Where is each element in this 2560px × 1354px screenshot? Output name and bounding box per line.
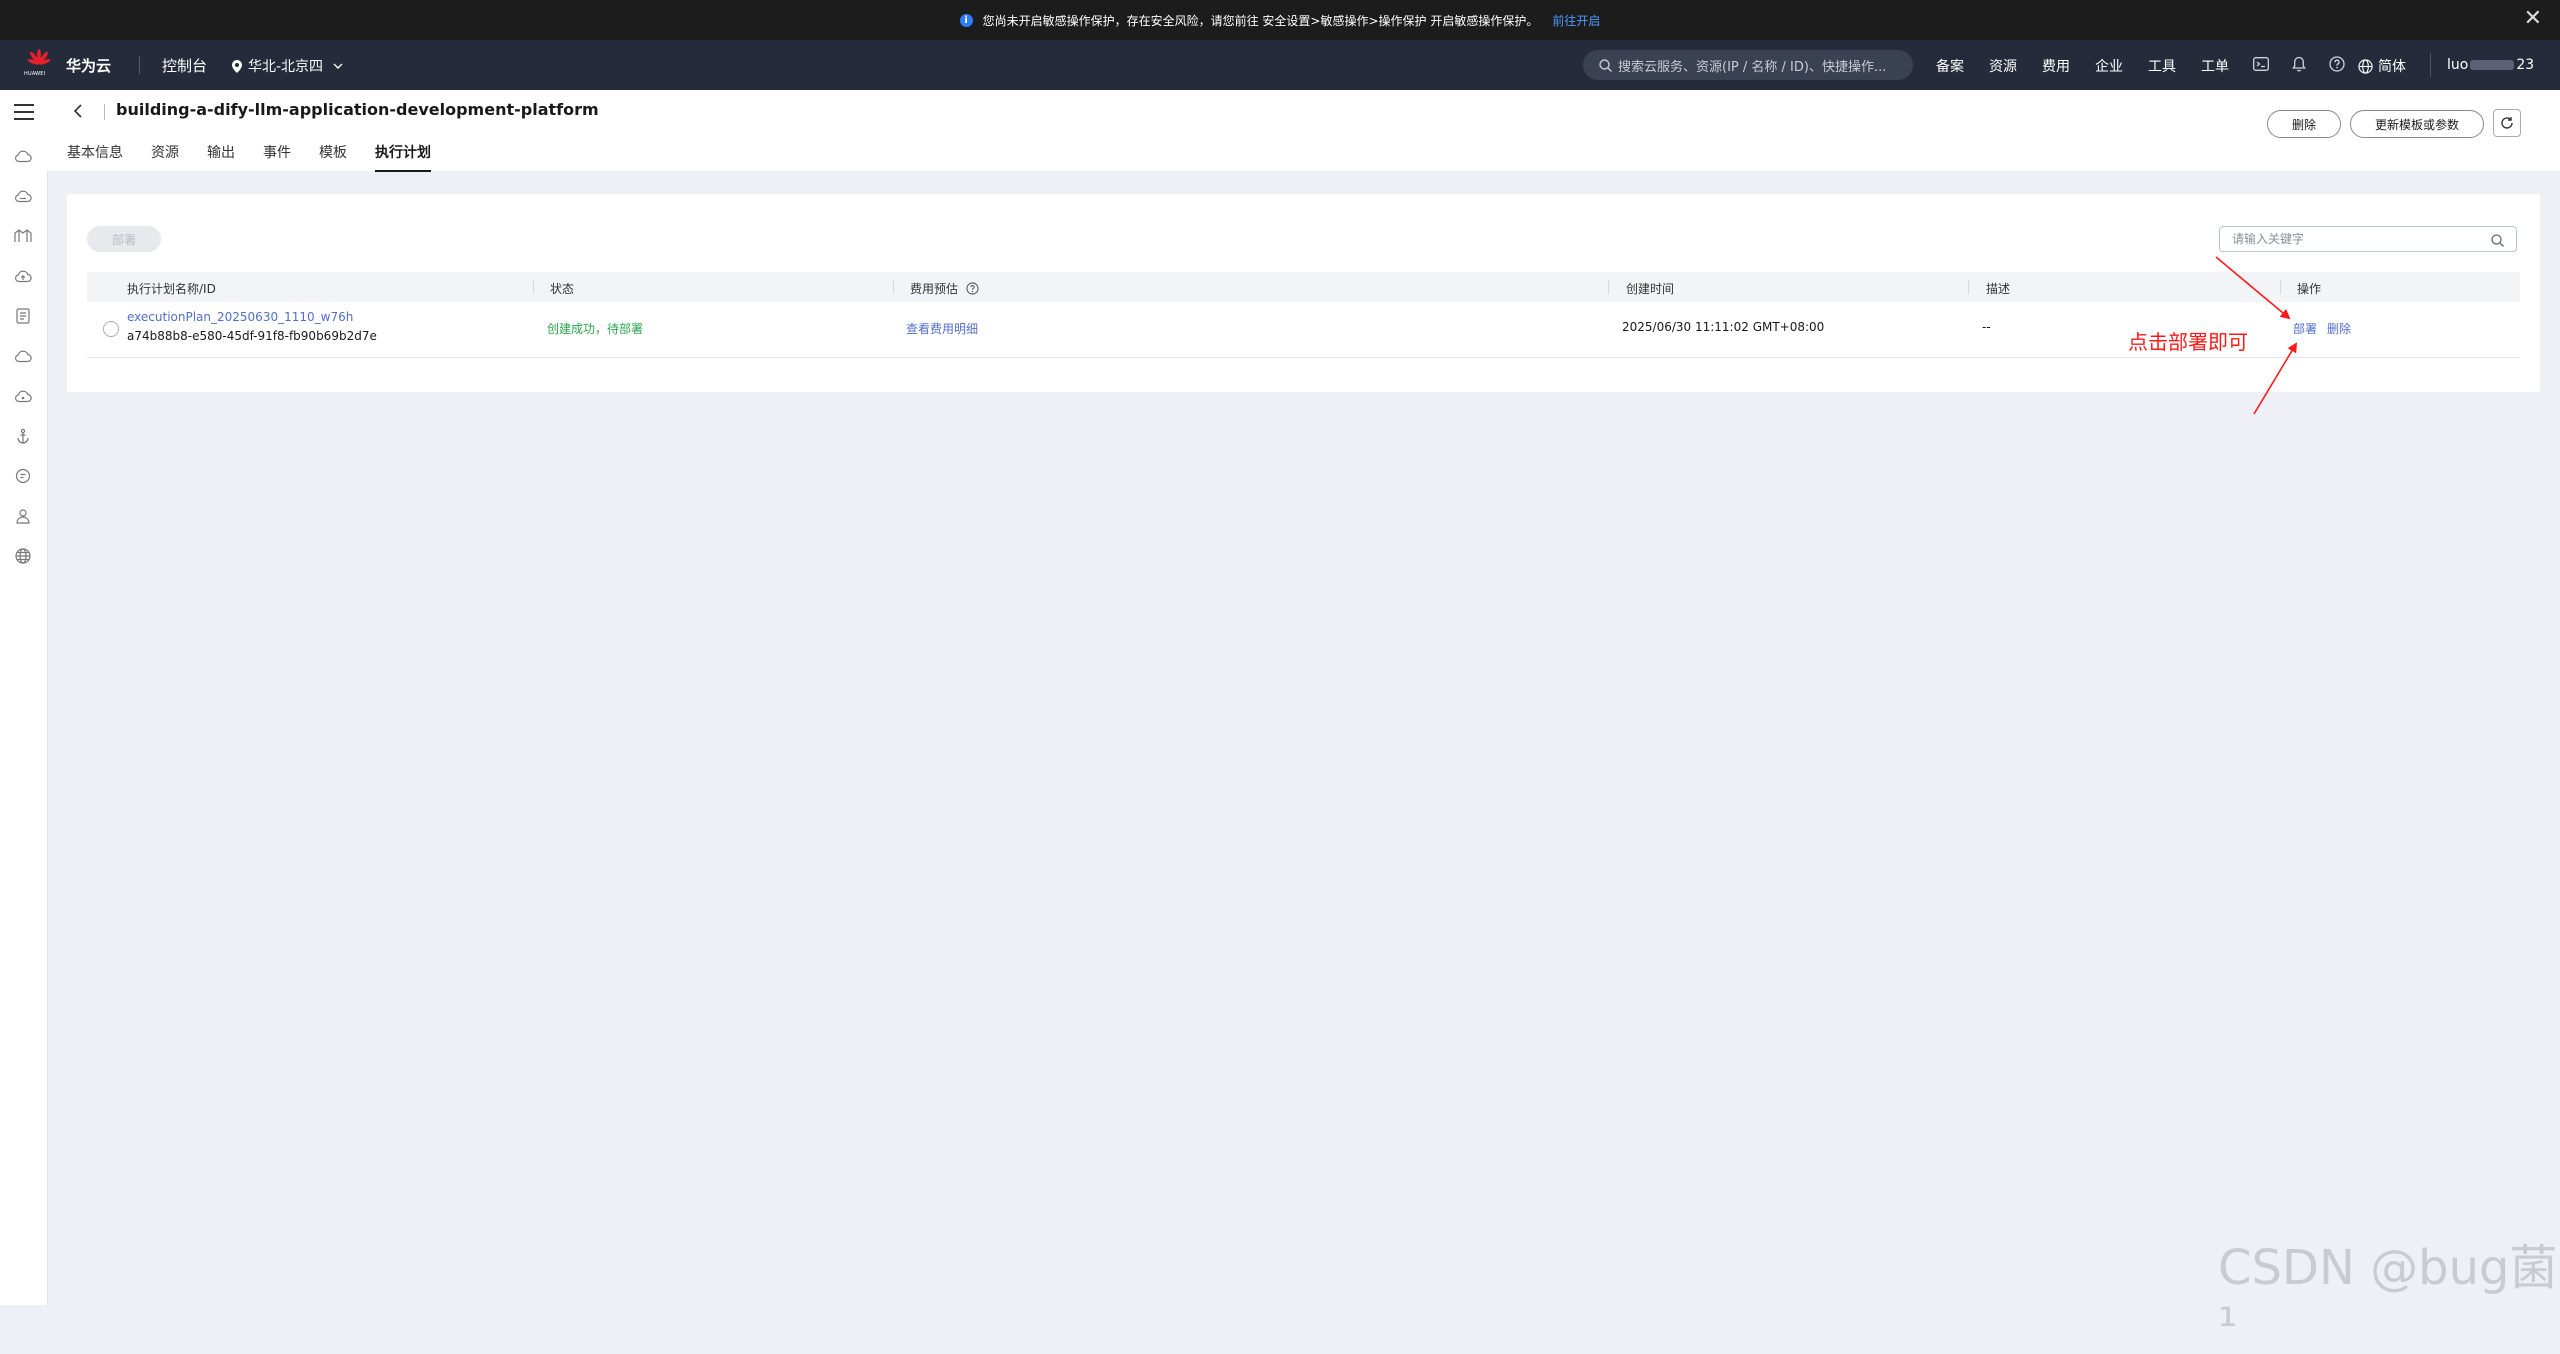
- col-header-desc: 描述: [1986, 282, 2011, 296]
- cloud-icon[interactable]: [13, 346, 33, 366]
- nav-link-billing[interactable]: 费用: [2042, 56, 2070, 76]
- bridge-icon[interactable]: [13, 226, 33, 246]
- tab-outputs[interactable]: 输出: [207, 142, 235, 172]
- redacted-mask: [2470, 60, 2515, 70]
- chevron-down-icon: [333, 61, 343, 72]
- description: --: [1982, 320, 1991, 334]
- help-icon[interactable]: [2326, 52, 2348, 76]
- column-divider: [1968, 280, 1969, 294]
- document-icon[interactable]: [13, 306, 33, 326]
- fee-detail-link[interactable]: 查看费用明细: [906, 320, 978, 337]
- globe-icon: [2358, 58, 2373, 74]
- nav-links: 备案 资源 费用 企业 工具 工单: [1936, 56, 2229, 76]
- search-icon: [1599, 58, 1612, 72]
- nav-icon-group: [2250, 52, 2348, 76]
- nav-divider: [139, 56, 140, 74]
- nav-link-tools[interactable]: 工具: [2148, 56, 2176, 76]
- created-time: 2025/06/30 11:11:02 GMT+08:00: [1622, 320, 1825, 334]
- tab-basic-info[interactable]: 基本信息: [67, 142, 123, 172]
- delete-stack-button[interactable]: 删除: [2267, 110, 2341, 138]
- cloud-service-icon[interactable]: [13, 146, 33, 166]
- chat-icon[interactable]: [13, 466, 33, 486]
- execution-plan-card: 部署 执行计划名称/ID 状态 费用预估 创建时间 描述 操作 executio…: [67, 194, 2540, 392]
- logo-wordmark: HUAWEI: [24, 71, 46, 77]
- nav-link-tickets[interactable]: 工单: [2201, 56, 2229, 76]
- column-divider: [1608, 280, 1609, 294]
- notice-enable-link[interactable]: 前往开启: [1552, 12, 1600, 29]
- stack-header: building-a-dify-llm-application-developm…: [47, 90, 2560, 172]
- page-title: building-a-dify-llm-application-developm…: [116, 100, 599, 119]
- global-search-input[interactable]: 搜索云服务、资源(IP / 名称 / ID)、快捷操作...: [1583, 50, 1913, 80]
- question-icon[interactable]: [966, 282, 979, 295]
- col-header-fee: 费用预估: [910, 280, 979, 297]
- user-name-prefix: luo: [2447, 57, 2469, 73]
- left-sidebar: [0, 90, 48, 1305]
- detail-tabs: 基本信息 资源 输出 事件 模板 执行计划: [67, 142, 459, 172]
- row-deploy-link[interactable]: 部署: [2293, 320, 2317, 337]
- tab-resources[interactable]: 资源: [151, 142, 179, 172]
- notice-text: 您尚未开启敏感操作保护，存在安全风险，请您前往 安全设置>敏感操作>操作保护 开…: [982, 13, 1539, 28]
- plan-id: a74b88b8-e580-45df-91f8-fb90b69b2d7e: [127, 329, 377, 343]
- user-menu[interactable]: luo 23: [2430, 53, 2534, 77]
- location-pin-icon: [232, 59, 242, 73]
- col-header-actions: 操作: [2297, 282, 2322, 296]
- anchor-icon[interactable]: [13, 426, 33, 446]
- user-cloud-icon[interactable]: [13, 506, 33, 526]
- region-selector[interactable]: 华北-北京四: [232, 56, 343, 76]
- tab-execution-plans[interactable]: 执行计划: [375, 142, 431, 172]
- tab-events[interactable]: 事件: [263, 142, 291, 172]
- globe-network-icon[interactable]: [13, 546, 33, 566]
- brand-name[interactable]: 华为云: [66, 55, 111, 76]
- col-header-fee-label: 费用预估: [910, 282, 959, 296]
- title-divider: [104, 104, 105, 120]
- col-header-name: 执行计划名称/ID: [127, 282, 216, 296]
- info-icon: i: [959, 13, 973, 27]
- status-badge: 创建成功，待部署: [547, 322, 644, 336]
- cloud-server-icon[interactable]: [13, 186, 33, 206]
- language-label: 简体: [2378, 59, 2406, 75]
- global-search-placeholder: 搜索云服务、资源(IP / 名称 / ID)、快捷操作...: [1618, 59, 1887, 75]
- col-header-created: 创建时间: [1626, 282, 1675, 296]
- keyword-search-input[interactable]: [2219, 226, 2517, 252]
- column-divider: [533, 280, 534, 294]
- close-icon[interactable]: ✕: [2524, 6, 2542, 31]
- nav-link-enterprise[interactable]: 企业: [2095, 56, 2123, 76]
- table-header: 执行计划名称/ID 状态 费用预估 创建时间 描述 操作: [87, 272, 2520, 302]
- column-divider: [2280, 280, 2281, 294]
- bell-icon[interactable]: [2288, 52, 2310, 76]
- menu-hamburger-icon[interactable]: [14, 104, 34, 125]
- nav-link-filing[interactable]: 备案: [1936, 56, 1964, 76]
- col-header-status: 状态: [550, 282, 575, 296]
- user-name-suffix: 23: [2516, 57, 2535, 73]
- row-delete-link[interactable]: 删除: [2327, 320, 2351, 337]
- row-select-radio[interactable]: [103, 321, 119, 337]
- top-navigation: HUAWEI 华为云 控制台 华北-北京四 搜索云服务、资源(IP / 名称 /…: [0, 40, 2560, 90]
- deploy-button-disabled[interactable]: 部署: [87, 226, 161, 252]
- language-switcher[interactable]: 简体: [2358, 56, 2406, 76]
- nav-link-resources[interactable]: 资源: [1989, 56, 2017, 76]
- column-divider: [893, 280, 894, 294]
- user-name: luo 23: [2447, 57, 2534, 73]
- security-notice-bar: i 您尚未开启敏感操作保护，存在安全风险，请您前往 安全设置>敏感操作>操作保护…: [0, 0, 2560, 40]
- annotation-text: 点击部署即可: [2128, 330, 2248, 354]
- refresh-icon[interactable]: [2493, 109, 2521, 137]
- console-link[interactable]: 控制台: [162, 55, 207, 76]
- tab-template[interactable]: 模板: [319, 142, 347, 172]
- cloud-network-icon[interactable]: [13, 386, 33, 406]
- huawei-logo-icon[interactable]: HUAWEI: [24, 49, 54, 81]
- cloud-up-icon[interactable]: [13, 266, 33, 286]
- csdn-watermark: CSDN @bug菌¹: [2218, 1240, 2558, 1354]
- update-template-button[interactable]: 更新模板或参数: [2350, 110, 2484, 138]
- plan-name-link[interactable]: executionPlan_20250630_1110_w76h: [127, 310, 353, 324]
- region-label: 华北-北京四: [248, 59, 324, 75]
- terminal-icon[interactable]: [2250, 52, 2272, 76]
- back-arrow-icon[interactable]: [73, 102, 83, 123]
- search-icon[interactable]: [2491, 232, 2504, 251]
